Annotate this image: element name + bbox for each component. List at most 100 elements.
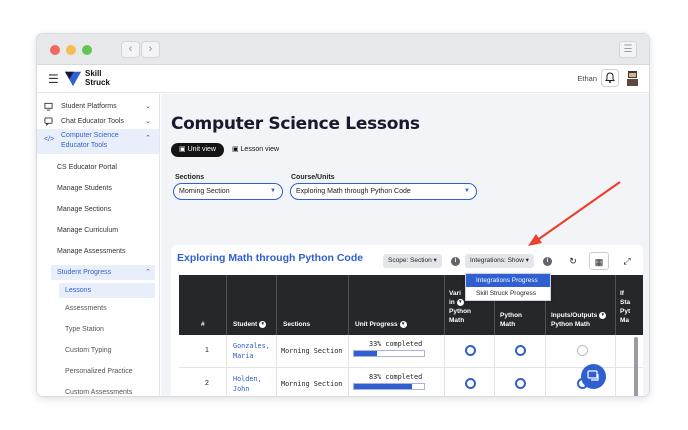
student-section: Morning Section (281, 347, 343, 355)
unit-view-label: Unit view (187, 146, 216, 153)
lesson-status-icon[interactable] (515, 345, 526, 356)
sidebar-item-cs-educator-tools[interactable]: </> Computer Science Educator Tools ⌃ (37, 129, 159, 154)
header-inputs-outputs-line-2: Python Math (551, 321, 590, 328)
sidebar-subitem-cs-educator-portal[interactable]: CS Educator Portal (37, 157, 159, 178)
header-if-statements[interactable]: If Sta Pyt Ma (620, 289, 630, 325)
header-variables-line-4: Math (449, 317, 465, 324)
sections-label: Sections (175, 174, 205, 181)
sidebar-progress-assessments[interactable]: Assessments (37, 298, 159, 319)
student-last-name: Gonzales, (233, 342, 270, 350)
avatar[interactable] (625, 70, 640, 86)
chat-button[interactable] (581, 364, 606, 389)
sidebar-subitem-manage-students[interactable]: Manage Students (37, 178, 159, 199)
chevron-up-icon: ⌃ (145, 269, 151, 276)
brand-name: Skill Struck (85, 69, 110, 87)
lesson-view-button[interactable]: ▣ Lesson view (224, 143, 287, 157)
window-menu-icon[interactable]: ☰ (619, 41, 637, 58)
progress-bar-fill (354, 351, 378, 356)
header-python-math-line-1: Python (500, 312, 523, 319)
refresh-icon[interactable]: ↻ (563, 252, 583, 270)
sidebar-item-student-platforms[interactable]: Student Platforms ⌄ (37, 99, 159, 114)
hamburger-menu-icon[interactable]: ☰ (48, 72, 59, 86)
sidebar-progress-type-station[interactable]: Type Station (37, 319, 159, 340)
unit-view-button[interactable]: ▣ Unit view (171, 143, 224, 157)
course-select[interactable]: Exploring Math through Python Code ▼ (290, 183, 477, 200)
sidebar-subitem-manage-sections[interactable]: Manage Sections (37, 199, 159, 220)
integrations-dropdown[interactable]: Integrations: Show ▾ (465, 254, 534, 268)
sidebar: Student Platforms ⌄ Chat Educator Tools … (37, 94, 160, 396)
lesson-status-icon[interactable] (577, 345, 588, 356)
header-if-line-2: Sta (620, 299, 631, 306)
header-python-math-line-2: Math (500, 321, 516, 328)
main-content: Computer Science Lessons ▣ Unit view ▣ L… (161, 94, 649, 396)
header-number: # (201, 321, 205, 328)
maximize-window-button[interactable] (82, 45, 92, 55)
progress-bar-fill (354, 384, 413, 389)
course-label: Course/Units (291, 174, 335, 181)
header-unit-progress-label: Unit Progress (355, 321, 398, 328)
sidebar-progress-lessons[interactable]: Lessons (59, 283, 155, 298)
student-last-name: Holden, (233, 375, 262, 383)
user-name: Ethan (577, 74, 597, 83)
chevron-down-icon: ⌄ (145, 118, 151, 125)
student-first-name: John (233, 385, 250, 393)
scope-dropdown[interactable]: Scope: Section ▾ (383, 254, 442, 268)
student-name-link[interactable]: Holden, John (233, 374, 262, 394)
info-icon[interactable]: i (451, 257, 460, 266)
header-if-line-3: Pyt (620, 308, 631, 315)
sections-select[interactable]: Morning Section ▼ (173, 183, 283, 200)
sidebar-item-label: Student Platforms (61, 103, 117, 110)
chat-icon (44, 117, 53, 126)
caret-down-icon: ▼ (464, 188, 470, 194)
minimize-window-button[interactable] (66, 45, 76, 55)
back-button[interactable]: ‹ (121, 41, 140, 58)
header-inputs-outputs[interactable]: Inputs/Outputs ▾ Python Math (551, 311, 607, 329)
info-icon[interactable]: i (543, 257, 552, 266)
sections-select-value: Morning Section (179, 188, 230, 195)
menu-item-integrations-progress[interactable]: Integrations Progress (466, 274, 550, 287)
brand-line-2: Struck (85, 78, 110, 87)
sidebar-subitem-student-progress[interactable]: Student Progress ⌃ (51, 265, 155, 280)
progress-bar (353, 383, 425, 390)
table-row: 1 Gonzales, Maria Morning Section 33% co… (179, 335, 643, 368)
monitor-icon (44, 102, 53, 111)
sort-icon: ▾ (259, 320, 267, 328)
lesson-status-icon[interactable] (515, 378, 526, 389)
menu-item-skill-struck-progress[interactable]: Skill Struck Progress (466, 287, 550, 300)
progress-card: Exploring Math through Python Code Scope… (171, 245, 643, 396)
student-name-link[interactable]: Gonzales, Maria (233, 341, 270, 361)
row-number: 2 (205, 380, 209, 387)
header-variables-line-3: Python (449, 308, 472, 315)
header-variables-line-1: Vari (449, 290, 461, 297)
sidebar-progress-custom-typing[interactable]: Custom Typing (37, 340, 159, 361)
sidebar-progress-personalized-practice[interactable]: Personalized Practice (37, 361, 159, 382)
header-if-line-4: Ma (620, 317, 630, 324)
caret-down-icon: ▼ (270, 188, 276, 194)
expand-icon[interactable]: ⤢ (617, 252, 637, 270)
progress-bar (353, 350, 425, 357)
chat-bubble-icon (587, 369, 599, 381)
sidebar-subitem-manage-curriculum[interactable]: Manage Curriculum (37, 220, 159, 241)
bell-icon (605, 72, 615, 83)
table-icon[interactable]: ▦ (589, 252, 609, 270)
close-window-button[interactable] (50, 45, 60, 55)
card-title: Exploring Math through Python Code (177, 252, 364, 264)
lesson-status-icon[interactable] (465, 345, 476, 356)
lesson-status-icon[interactable] (465, 378, 476, 389)
row-number: 1 (205, 347, 209, 354)
notifications-button[interactable] (601, 69, 619, 87)
sidebar-item-chat-educator-tools[interactable]: Chat Educator Tools ⌄ (37, 114, 159, 129)
forward-button[interactable]: › (141, 41, 160, 58)
browser-chrome: ‹ › ☰ (37, 34, 649, 65)
sidebar-progress-custom-assessments[interactable]: Custom Assessments (37, 382, 159, 396)
sidebar-subitem-label: Student Progress (57, 269, 112, 276)
integrations-menu: Integrations Progress Skill Struck Progr… (465, 273, 551, 301)
header-unit-progress[interactable]: Unit Progress ▾ (355, 320, 407, 329)
header-student[interactable]: Student ▾ (233, 320, 267, 329)
sidebar-item-label: Chat Educator Tools (61, 118, 124, 125)
sidebar-subitem-manage-assessments[interactable]: Manage Assessments (37, 241, 159, 262)
scrollbar[interactable] (634, 337, 638, 396)
header-python-math[interactable]: Python Math (500, 311, 522, 329)
table-cell (179, 335, 227, 368)
header-student-label: Student (233, 321, 258, 328)
